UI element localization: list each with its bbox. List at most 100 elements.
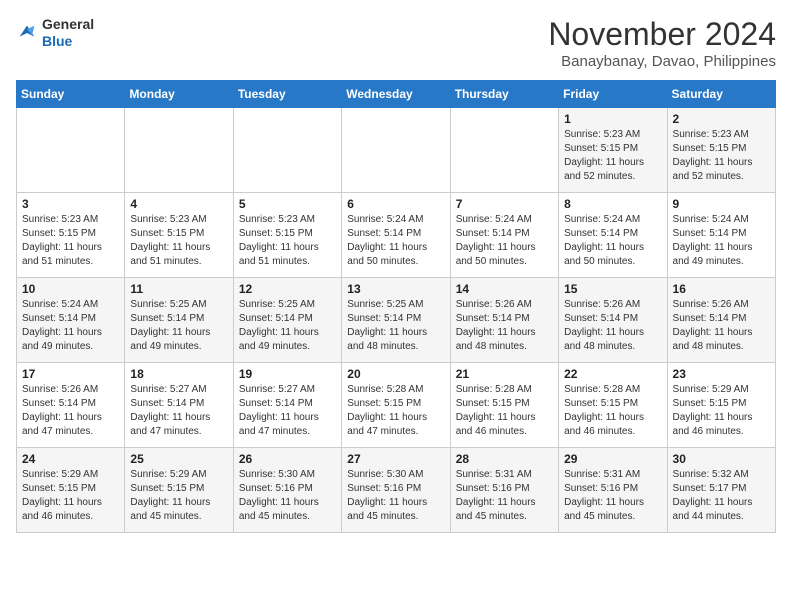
- day-number: 8: [564, 197, 661, 211]
- day-number: 10: [22, 282, 119, 296]
- month-title: November 2024: [548, 16, 776, 53]
- logo-bird-icon: [16, 22, 38, 44]
- day-number: 5: [239, 197, 336, 211]
- calendar-cell: 29 Sunrise: 5:31 AM Sunset: 5:16 PM Dayli…: [559, 448, 667, 533]
- day-info: Sunrise: 5:29 AM Sunset: 5:15 PM Dayligh…: [673, 383, 770, 439]
- day-number: 18: [130, 367, 227, 381]
- calendar-cell: 12Sunrise: 5:25 AM Sunset: 5:14 PM Dayli…: [233, 278, 341, 363]
- day-info: Sunrise: 5:29 AM Sunset: 5:15 PM Dayligh…: [22, 468, 119, 524]
- calendar-cell: 19 Sunrise: 5:27 AM Sunset: 5:14 PM Dayli…: [233, 363, 341, 448]
- day-info: Sunrise: 5:27 AM Sunset: 5:14 PM Dayligh…: [130, 383, 227, 439]
- day-info: Sunrise: 5:24 AM Sunset: 5:14 PM Dayligh…: [673, 213, 770, 269]
- calendar-header-row: SundayMondayTuesdayWednesdayThursdayFrid…: [17, 81, 776, 108]
- day-info: Sunrise: 5:26 AM Sunset: 5:14 PM Dayligh…: [456, 298, 553, 354]
- location-subtitle: Banaybanay, Davao, Philippines: [548, 53, 776, 70]
- calendar-week-row: 17Sunrise: 5:26 AM Sunset: 5:14 PM Dayli…: [17, 363, 776, 448]
- day-number: 2: [673, 112, 770, 126]
- calendar-table: SundayMondayTuesdayWednesdayThursdayFrid…: [16, 80, 776, 533]
- calendar-cell: 24 Sunrise: 5:29 AM Sunset: 5:15 PM Dayli…: [17, 448, 125, 533]
- day-header-wednesday: Wednesday: [342, 81, 450, 108]
- calendar-cell: 30Sunrise: 5:32 AM Sunset: 5:17 PM Dayli…: [667, 448, 775, 533]
- day-header-monday: Monday: [125, 81, 233, 108]
- day-info: Sunrise: 5:26 AM Sunset: 5:14 PM Dayligh…: [673, 298, 770, 354]
- day-number: 26: [239, 452, 336, 466]
- day-number: 23: [673, 367, 770, 381]
- day-info: Sunrise: 5:27 AM Sunset: 5:14 PM Dayligh…: [239, 383, 336, 439]
- day-info: Sunrise: 5:32 AM Sunset: 5:17 PM Dayligh…: [673, 468, 770, 524]
- calendar-cell: 5Sunrise: 5:23 AM Sunset: 5:15 PM Daylig…: [233, 193, 341, 278]
- calendar-cell: [125, 108, 233, 193]
- day-info: Sunrise: 5:25 AM Sunset: 5:14 PM Dayligh…: [130, 298, 227, 354]
- day-info: Sunrise: 5:24 AM Sunset: 5:14 PM Dayligh…: [22, 298, 119, 354]
- title-block: November 2024 Banaybanay, Davao, Philipp…: [548, 16, 776, 70]
- day-number: 19: [239, 367, 336, 381]
- logo: General Blue: [16, 16, 94, 50]
- day-number: 9: [673, 197, 770, 211]
- day-number: 21: [456, 367, 553, 381]
- calendar-cell: 27Sunrise: 5:30 AM Sunset: 5:16 PM Dayli…: [342, 448, 450, 533]
- day-number: 27: [347, 452, 444, 466]
- calendar-cell: 3 Sunrise: 5:23 AM Sunset: 5:15 PM Daylig…: [17, 193, 125, 278]
- day-number: 17: [22, 367, 119, 381]
- day-number: 6: [347, 197, 444, 211]
- calendar-cell: 13 Sunrise: 5:25 AM Sunset: 5:14 PM Dayli…: [342, 278, 450, 363]
- calendar-cell: 6 Sunrise: 5:24 AM Sunset: 5:14 PM Daylig…: [342, 193, 450, 278]
- calendar-cell: [233, 108, 341, 193]
- day-info: Sunrise: 5:28 AM Sunset: 5:15 PM Dayligh…: [564, 383, 661, 439]
- calendar-week-row: 1 Sunrise: 5:23 AM Sunset: 5:15 PM Daylig…: [17, 108, 776, 193]
- calendar-cell: 4 Sunrise: 5:23 AM Sunset: 5:15 PM Daylig…: [125, 193, 233, 278]
- day-number: 3: [22, 197, 119, 211]
- calendar-cell: 9 Sunrise: 5:24 AM Sunset: 5:14 PM Daylig…: [667, 193, 775, 278]
- calendar-cell: 23 Sunrise: 5:29 AM Sunset: 5:15 PM Dayli…: [667, 363, 775, 448]
- day-info: Sunrise: 5:31 AM Sunset: 5:16 PM Dayligh…: [456, 468, 553, 524]
- day-info: Sunrise: 5:28 AM Sunset: 5:15 PM Dayligh…: [347, 383, 444, 439]
- day-info: Sunrise: 5:24 AM Sunset: 5:14 PM Dayligh…: [347, 213, 444, 269]
- calendar-cell: 11 Sunrise: 5:25 AM Sunset: 5:14 PM Dayli…: [125, 278, 233, 363]
- logo-text: General Blue: [42, 16, 94, 50]
- day-number: 15: [564, 282, 661, 296]
- calendar-cell: 25Sunrise: 5:29 AM Sunset: 5:15 PM Dayli…: [125, 448, 233, 533]
- day-number: 7: [456, 197, 553, 211]
- day-number: 12: [239, 282, 336, 296]
- day-info: Sunrise: 5:23 AM Sunset: 5:15 PM Dayligh…: [130, 213, 227, 269]
- calendar-cell: [342, 108, 450, 193]
- calendar-cell: [450, 108, 558, 193]
- calendar-cell: 14 Sunrise: 5:26 AM Sunset: 5:14 PM Dayli…: [450, 278, 558, 363]
- day-info: Sunrise: 5:24 AM Sunset: 5:14 PM Dayligh…: [456, 213, 553, 269]
- calendar-cell: 15 Sunrise: 5:26 AM Sunset: 5:14 PM Dayli…: [559, 278, 667, 363]
- day-number: 13: [347, 282, 444, 296]
- calendar-cell: 18 Sunrise: 5:27 AM Sunset: 5:14 PM Dayli…: [125, 363, 233, 448]
- day-info: Sunrise: 5:28 AM Sunset: 5:15 PM Dayligh…: [456, 383, 553, 439]
- day-info: Sunrise: 5:23 AM Sunset: 5:15 PM Dayligh…: [22, 213, 119, 269]
- day-number: 11: [130, 282, 227, 296]
- day-number: 16: [673, 282, 770, 296]
- day-header-sunday: Sunday: [17, 81, 125, 108]
- day-info: Sunrise: 5:30 AM Sunset: 5:16 PM Dayligh…: [239, 468, 336, 524]
- day-info: Sunrise: 5:26 AM Sunset: 5:14 PM Dayligh…: [564, 298, 661, 354]
- calendar-week-row: 10 Sunrise: 5:24 AM Sunset: 5:14 PM Dayli…: [17, 278, 776, 363]
- day-number: 25: [130, 452, 227, 466]
- day-info: Sunrise: 5:25 AM Sunset: 5:14 PM Dayligh…: [347, 298, 444, 354]
- day-number: 24: [22, 452, 119, 466]
- day-info: Sunrise: 5:23 AM Sunset: 5:15 PM Dayligh…: [564, 128, 661, 184]
- day-number: 14: [456, 282, 553, 296]
- day-info: Sunrise: 5:23 AM Sunset: 5:15 PM Dayligh…: [673, 128, 770, 184]
- calendar-cell: 10 Sunrise: 5:24 AM Sunset: 5:14 PM Dayli…: [17, 278, 125, 363]
- day-number: 28: [456, 452, 553, 466]
- day-number: 22: [564, 367, 661, 381]
- day-number: 4: [130, 197, 227, 211]
- calendar-week-row: 24 Sunrise: 5:29 AM Sunset: 5:15 PM Dayli…: [17, 448, 776, 533]
- calendar-cell: 20 Sunrise: 5:28 AM Sunset: 5:15 PM Dayli…: [342, 363, 450, 448]
- day-info: Sunrise: 5:24 AM Sunset: 5:14 PM Dayligh…: [564, 213, 661, 269]
- calendar-cell: 2 Sunrise: 5:23 AM Sunset: 5:15 PM Daylig…: [667, 108, 775, 193]
- day-header-thursday: Thursday: [450, 81, 558, 108]
- page-header: General Blue November 2024 Banaybanay, D…: [16, 16, 776, 70]
- day-number: 29: [564, 452, 661, 466]
- calendar-cell: [17, 108, 125, 193]
- calendar-cell: 22 Sunrise: 5:28 AM Sunset: 5:15 PM Dayli…: [559, 363, 667, 448]
- calendar-cell: 16 Sunrise: 5:26 AM Sunset: 5:14 PM Dayli…: [667, 278, 775, 363]
- day-header-saturday: Saturday: [667, 81, 775, 108]
- day-number: 1: [564, 112, 661, 126]
- day-info: Sunrise: 5:31 AM Sunset: 5:16 PM Dayligh…: [564, 468, 661, 524]
- day-number: 20: [347, 367, 444, 381]
